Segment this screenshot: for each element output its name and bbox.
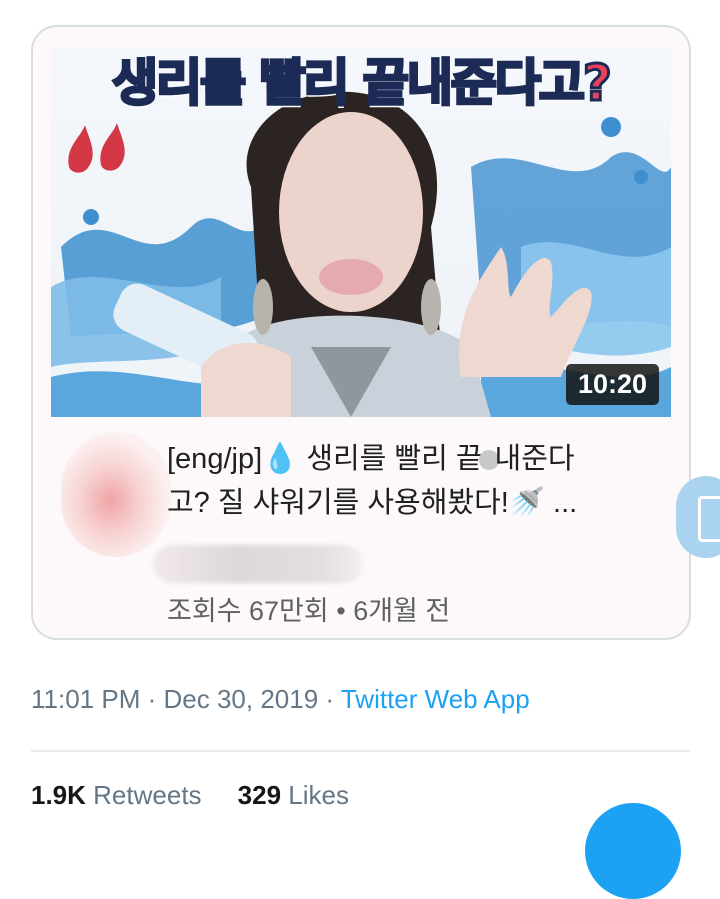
likes-count: 329 xyxy=(237,780,282,810)
retweets-stat[interactable]: 1.9K Retweets xyxy=(31,780,202,810)
video-title-ellipsis: ... xyxy=(553,487,578,519)
video-title-prefix: [eng/jp] xyxy=(167,443,263,475)
compose-icon[interactable] xyxy=(585,803,681,899)
likes-label: Likes xyxy=(288,780,349,810)
tweet-stats-row: 1.9K Retweets 329 Likes xyxy=(31,780,349,811)
separator: · xyxy=(147,684,157,714)
tweet-time: 11:01 PM xyxy=(31,684,141,714)
divider xyxy=(31,750,690,752)
tweet-date: Dec 30, 2019 xyxy=(163,684,319,714)
tweet-source-link[interactable]: Twitter Web App xyxy=(341,684,530,714)
video-views-age: 조회수 67만회 • 6개월 전 xyxy=(167,596,451,626)
blurred-channel-name xyxy=(153,545,363,583)
video-title[interactable]: [eng/jp]💧 생리를 빨리 끝 내준다 고? 질 샤워기를 사용해봤다!🚿 … xyxy=(167,437,627,525)
youtube-link-card[interactable]: 생리를 빨리 끝내준다고? 10:20 [eng/jp]💧 생리를 빨리 끝 내준… xyxy=(31,25,691,640)
thumbnail-overlay-title: 생리를 빨리 끝내준다고? xyxy=(111,53,614,114)
video-title-part-a: 생리를 빨리 끝 xyxy=(306,443,483,475)
shower-icon: 🚿 xyxy=(508,487,545,519)
video-thumbnail[interactable]: 생리를 빨리 끝내준다고? 10:20 xyxy=(51,47,671,417)
retweets-label: Retweets xyxy=(93,780,202,810)
video-duration-badge: 10:20 xyxy=(565,364,659,405)
video-title-line2: 고? 질 샤워기를 사용해봤다! xyxy=(167,487,509,519)
tweet-timestamp-row: 11:01 PM · Dec 30, 2019 · Twitter Web Ap… xyxy=(31,684,530,715)
sheet-icon[interactable] xyxy=(676,476,720,558)
channel-avatar[interactable] xyxy=(61,432,171,557)
separator: · xyxy=(325,684,335,714)
likes-stat[interactable]: 329 Likes xyxy=(238,780,349,810)
water-drop-icon: 💧 xyxy=(262,443,299,475)
video-title-part-b: 내준다 xyxy=(494,443,575,475)
retweets-count: 1.9K xyxy=(31,780,86,810)
